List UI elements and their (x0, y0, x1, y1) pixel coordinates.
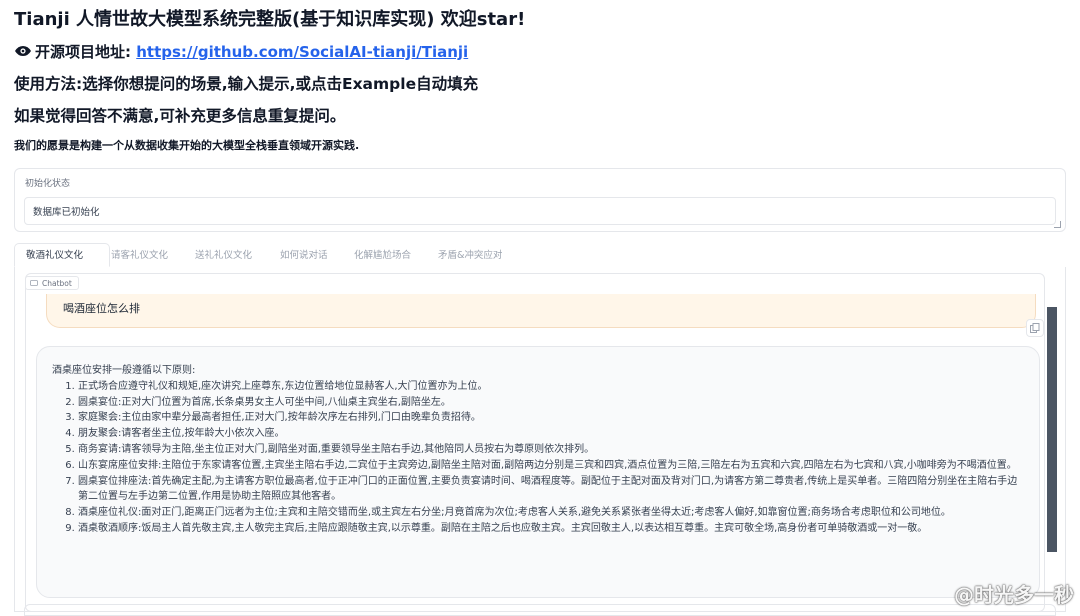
chat-input-edge[interactable] (24, 604, 1056, 616)
watermark: @时光多一秒 (954, 583, 1074, 607)
tab-conflict-handling[interactable]: 矛盾&冲突应对 (438, 247, 502, 261)
scene-tabs: 敬酒礼仪文化 请客礼仪文化 送礼礼仪文化 如何说对话 化解尴尬场合 矛盾&冲突应… (14, 243, 1066, 268)
list-item: 家庭聚会:主位由家中辈分最高者担任,正对大门,按年龄次序左右排列,门口由晚辈负责… (78, 410, 1023, 426)
repo-prefix: 开源项目地址: (35, 43, 131, 61)
resize-handle-icon[interactable] (1054, 221, 1061, 228)
list-item: 酒桌敬酒顺序:饭局主人首先敬主宾,主人敬完主宾后,主陪应跟随敬主宾,以示尊重。副… (78, 521, 1023, 537)
list-item: 朋友聚会:请客者坐主位,按年龄大小依次入座。 (78, 426, 1023, 442)
list-item: 酒桌座位礼仪:面对正门,距离正门远者为主位;主宾和主陪交错而坐,或主宾左右分坐;… (78, 505, 1023, 521)
tab-resolve-awkward[interactable]: 化解尴尬场合 (354, 247, 411, 261)
tab-host-etiquette[interactable]: 请客礼仪文化 (111, 247, 168, 261)
bot-message: 酒桌座位安排一般遵循以下原则: 正式场合应遵守礼仪和规矩,座次讲究上座尊东,东边… (36, 346, 1040, 598)
repo-line: 开源项目地址: https://github.com/SocialAI-tian… (14, 41, 468, 62)
list-item: 圆桌宴位:正对大门位置为首席,长条桌男女主人可坐中间,八仙桌主宾坐右,副陪坐左。 (78, 395, 1023, 411)
init-status-label: 初始化状态 (25, 179, 71, 189)
github-icon (14, 43, 32, 61)
bot-intro: 酒桌座位安排一般遵循以下原则: (52, 365, 196, 376)
list-item: 商务宴请:请客领导为主陪,坐主位正对大门,副陪坐对面,重要领导坐主陪右手边,其他… (78, 442, 1023, 458)
repo-link[interactable]: https://github.com/SocialAI-tianji/Tianj… (136, 43, 468, 61)
tab-how-to-talk[interactable]: 如何说对话 (280, 247, 328, 261)
init-status-textbox[interactable]: 数据库已初始化 (24, 197, 1056, 225)
retry-hint: 如果觉得回答不满意,可补充更多信息重复提问。 (14, 107, 346, 125)
bot-rule-list: 正式场合应遵守礼仪和规矩,座次讲究上座尊东,东边位置给地位显赫客人,大门位置亦为… (52, 379, 1023, 537)
tab-gift-etiquette[interactable]: 送礼礼仪文化 (195, 247, 252, 261)
chatbot-label: Chatbot (25, 276, 79, 290)
chatbot-window: 喝酒座位怎么排 酒桌座位安排一般遵循以下原则: 正式场合应遵守礼仪和规矩,座次讲… (25, 273, 1045, 612)
chat-scrollbar[interactable] (1047, 307, 1057, 552)
chat-panel: 喝酒座位怎么排 酒桌座位安排一般遵循以下原则: 正式场合应遵守礼仪和规矩,座次讲… (14, 267, 1066, 612)
copy-button[interactable] (1026, 319, 1044, 337)
usage-instructions: 使用方法:选择你想提问的场景,输入提示,或点击Example自动填充 (14, 75, 479, 93)
copy-icon (1030, 323, 1040, 333)
vision-statement: 我们的愿景是构建一个从数据收集开始的大模型全栈垂直领域开源实践. (14, 139, 360, 152)
list-item: 山东宴席座位安排:主陪位于东家请客位置,主宾坐主陪右手边,二宾位于主宾旁边,副陪… (78, 458, 1023, 474)
user-message: 喝酒座位怎么排 (46, 294, 1036, 328)
chat-icon (30, 279, 38, 286)
list-item: 圆桌宴位排座法:首先确定主配,为主请客方职位最高者,位于正冲门口的正面位置,主要… (78, 474, 1023, 506)
list-item: 正式场合应遵守礼仪和规矩,座次讲究上座尊东,东边位置给地位显赫客人,大门位置亦为… (78, 379, 1023, 395)
chatbot-label-text: Chatbot (42, 278, 72, 288)
tab-toast-etiquette[interactable]: 敬酒礼仪文化 (26, 247, 83, 261)
init-status-panel: 初始化状态 数据库已初始化 (14, 168, 1066, 232)
page-title: Tianji 人情世故大模型系统完整版(基于知识库实现) 欢迎star! (14, 9, 526, 30)
